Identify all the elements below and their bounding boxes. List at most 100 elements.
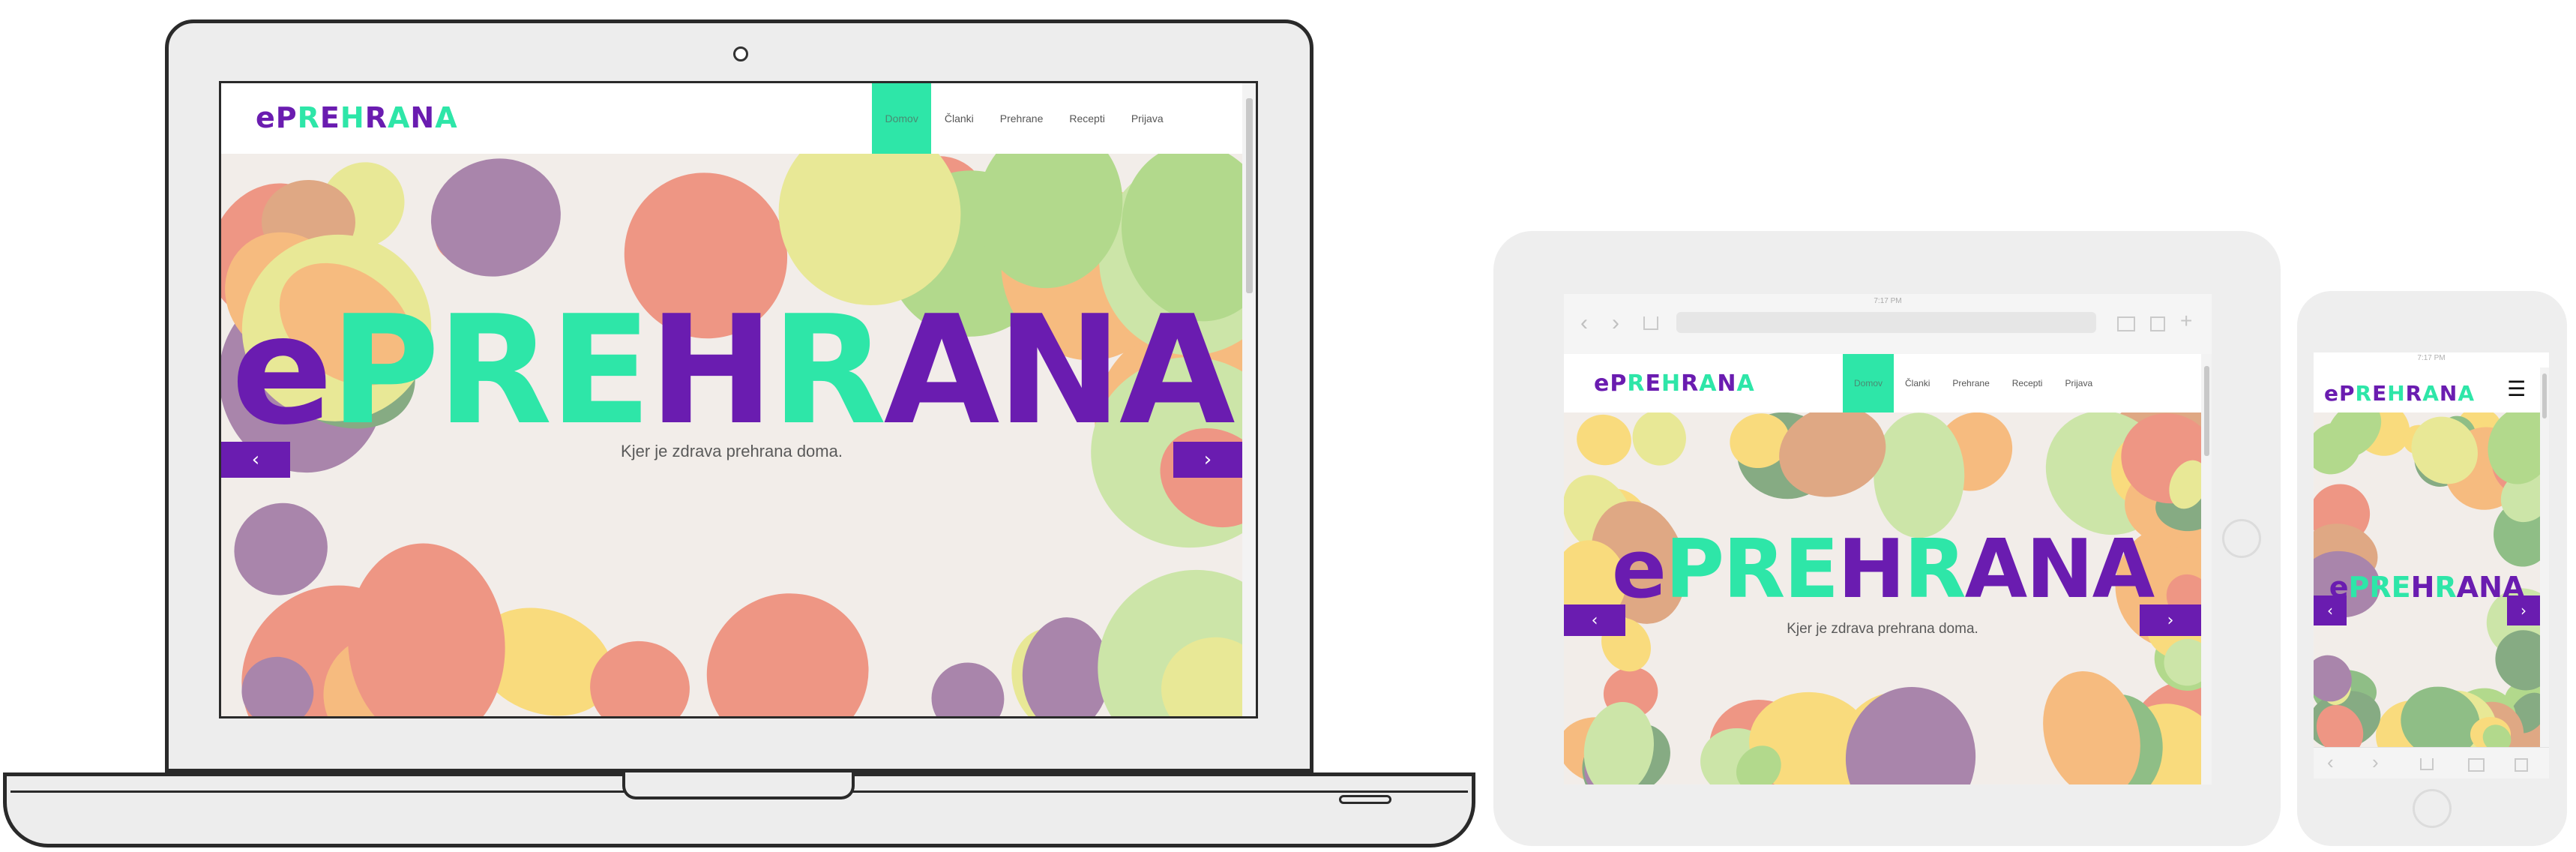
wordmark-letter: e	[1611, 523, 1667, 616]
wordmark-letter: A	[883, 284, 1000, 458]
brand-logo[interactable]: ePREHRANA	[1594, 370, 1755, 397]
brand-logo[interactable]: ePREHRANA	[256, 101, 458, 134]
address-bar[interactable]	[1676, 312, 2096, 333]
nav-item-recepti[interactable]: Recepti	[2001, 354, 2054, 412]
page-scrollbar[interactable]	[1242, 83, 1256, 716]
tabs-icon[interactable]	[2150, 316, 2165, 332]
hero-title: ePREHRANA	[1564, 530, 2201, 610]
wordmark-letter: R	[2434, 571, 2457, 604]
wordmark-letter: N	[2026, 523, 2093, 616]
carousel-next-button[interactable]: ›	[2507, 596, 2540, 626]
page-scrollbar[interactable]	[2540, 368, 2549, 747]
wordmark-letter: e	[1594, 370, 1610, 397]
wordmark-letter: H	[340, 101, 365, 134]
hero-carousel: ePREHRANA ‹ ›	[2314, 412, 2540, 747]
wordmark-letter: e	[256, 101, 276, 134]
status-time: 7:17 PM	[1874, 297, 1902, 305]
nav-item-domov[interactable]: Domov	[872, 83, 932, 154]
vegetable-decoration	[1838, 680, 1983, 784]
hero-carousel: ePREHRANA Kjer je zdrava prehrana doma. …	[221, 154, 1242, 716]
navbar: ePREHRANA Domov Članki Prehrane Recepti Prij…	[221, 83, 1242, 154]
nav-item-članki[interactable]: Članki	[1894, 354, 1941, 412]
wordmark-letter: R	[1723, 523, 1785, 616]
wordmark-letter: R	[1681, 370, 1700, 397]
wordmark-letter: E	[2391, 571, 2411, 604]
wordmark-letter: R	[297, 101, 320, 134]
wordmark-letter: N	[410, 101, 436, 134]
hero-subtitle: Kjer je zdrava prehrana doma.	[1787, 621, 1978, 637]
wordmark-letter: A	[2092, 523, 2155, 616]
scrollbar-thumb[interactable]	[2542, 374, 2547, 418]
wordmark-letter: P	[2339, 381, 2356, 406]
scrollbar-thumb[interactable]	[2203, 366, 2209, 456]
carousel-prev-button[interactable]: ‹	[1564, 604, 1625, 636]
wordmark-letter: e	[231, 284, 333, 458]
nav-item-prijava[interactable]: Prijava	[1118, 83, 1176, 154]
vegetable-decoration	[681, 567, 894, 716]
brand-logo[interactable]: ePREHRANA	[2324, 381, 2475, 406]
hero-subtitle: Kjer je zdrava prehrana doma.	[621, 442, 843, 460]
nav-item-prijava[interactable]: Prijava	[2053, 354, 2104, 412]
vegetable-decoration	[1874, 412, 1965, 538]
main-nav: Domov Članki Prehrane Recepti Prijava	[1843, 354, 2104, 412]
hamburger-icon[interactable]: ☰	[2507, 376, 2526, 401]
carousel-next-button[interactable]: ›	[2140, 604, 2201, 636]
book-icon[interactable]	[2117, 316, 2135, 332]
wordmark-letter: R	[2355, 381, 2373, 406]
home-button-icon[interactable]	[2413, 789, 2452, 828]
vegetable-decoration	[1625, 412, 1694, 473]
laptop-screen: ePREHRANA Domov Članki Prehrane Recepti Prij…	[219, 81, 1258, 718]
nav-item-domov[interactable]: Domov	[1843, 354, 1895, 412]
page-scrollbar[interactable]	[2201, 354, 2212, 784]
wordmark-letter: H	[648, 284, 774, 458]
laptop-indicator-light	[1339, 795, 1391, 804]
wordmark-letter: R	[2405, 381, 2423, 406]
navbar: ePREHRANA ☰	[2314, 368, 2540, 412]
browser-chrome: 7:17 PM ‹ › +	[1564, 294, 2212, 355]
chevron-right-icon[interactable]: ›	[1612, 310, 1619, 336]
wordmark-letter: A	[2458, 381, 2476, 406]
book-icon[interactable]	[2468, 758, 2485, 772]
wordmark-letter: E	[1645, 370, 1661, 397]
hero-carousel: ePREHRANA Kjer je zdrava prehrana doma. …	[1564, 412, 2201, 784]
wordmark-letter: H	[1661, 370, 1682, 397]
nav-item-prehrane[interactable]: Prehrane	[1941, 354, 2000, 412]
wordmark-letter: H	[2410, 571, 2435, 604]
carousel-prev-button[interactable]: ‹	[221, 442, 290, 478]
wordmark-letter: R	[2369, 571, 2392, 604]
wordmark-letter: N	[2439, 381, 2458, 406]
wordmark-letter: R	[1627, 370, 1646, 397]
plus-icon[interactable]: +	[2180, 309, 2192, 333]
share-icon[interactable]	[2420, 758, 2434, 770]
wordmark-letter: P	[330, 284, 440, 458]
tabs-icon[interactable]	[2515, 758, 2528, 772]
webcam-icon	[733, 46, 748, 62]
wordmark-letter: A	[1119, 284, 1236, 458]
hero-title: ePREHRANA	[221, 296, 1242, 446]
carousel-next-button[interactable]: ›	[1173, 442, 1242, 478]
hero-title: ePREHRANA	[2314, 573, 2540, 602]
chevron-left-icon[interactable]: ‹	[1580, 310, 1588, 336]
nav-item-recepti[interactable]: Recepti	[1056, 83, 1118, 154]
status-time: 7:17 PM	[2417, 354, 2446, 362]
wordmark-letter: A	[1964, 523, 2028, 616]
navbar: ePREHRANA Domov Članki Prehrane Recepti Prij…	[1564, 354, 2201, 412]
wordmark-letter: A	[1736, 370, 1755, 397]
chevron-right-icon[interactable]: ›	[2372, 751, 2379, 774]
wordmark-letter: A	[435, 101, 458, 134]
nav-item-članki[interactable]: Članki	[931, 83, 987, 154]
share-icon[interactable]	[1643, 316, 1658, 330]
vegetable-decoration	[920, 651, 1016, 716]
vegetable-decoration	[2028, 658, 2156, 784]
laptop-trackpad-notch	[622, 772, 855, 800]
wordmark-letter: R	[771, 284, 887, 458]
scrollbar-thumb[interactable]	[1245, 98, 1253, 293]
wordmark-letter: R	[436, 284, 553, 458]
vegetable-decoration	[417, 154, 574, 291]
vegetable-decoration	[1571, 412, 1637, 471]
carousel-prev-button[interactable]: ‹	[2314, 596, 2347, 626]
browser-toolbar: ‹ ›	[2314, 747, 2549, 778]
chevron-left-icon[interactable]: ‹	[2327, 751, 2334, 774]
home-button-icon[interactable]	[2222, 519, 2261, 558]
nav-item-prehrane[interactable]: Prehrane	[987, 83, 1056, 154]
